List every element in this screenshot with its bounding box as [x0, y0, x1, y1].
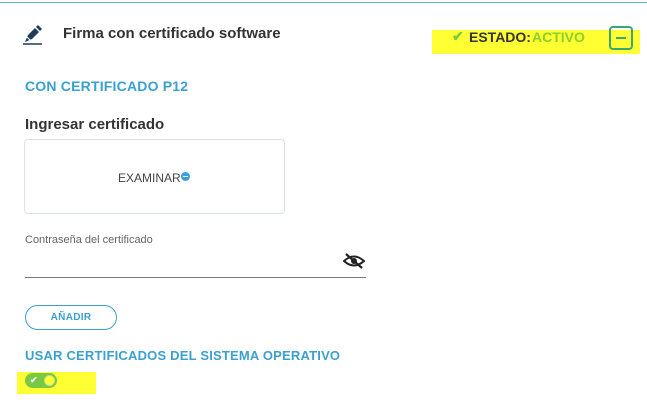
status-value: ACTIVO: [532, 29, 585, 45]
certificate-input-title: Ingresar certificado: [25, 116, 165, 133]
top-divider: [0, 2, 647, 3]
eye-slash-icon[interactable]: [342, 252, 366, 270]
add-button[interactable]: AÑADIR: [25, 305, 117, 330]
password-underline: [25, 277, 366, 278]
password-label: Contraseña del certificado: [25, 234, 153, 246]
os-certificates-toggle[interactable]: ✔: [25, 373, 57, 388]
check-icon: ✔: [452, 28, 464, 44]
p12-section-title: CON CERTIFICADO P12: [25, 78, 189, 94]
plus-circle-icon[interactable]: [181, 172, 190, 181]
toggle-check-icon: ✔: [30, 375, 38, 385]
browse-label[interactable]: EXAMINAR: [118, 171, 181, 185]
os-certificates-title: USAR CERTIFICADOS DEL SISTEMA OPERATIVO: [25, 348, 341, 363]
status-label: ESTADO:: [469, 29, 531, 45]
section-title: Firma con certificado software: [63, 25, 281, 42]
password-field[interactable]: [25, 252, 343, 276]
pen-signature-icon: [22, 24, 44, 46]
collapse-button[interactable]: [609, 26, 633, 50]
toggle-knob: [44, 375, 55, 386]
